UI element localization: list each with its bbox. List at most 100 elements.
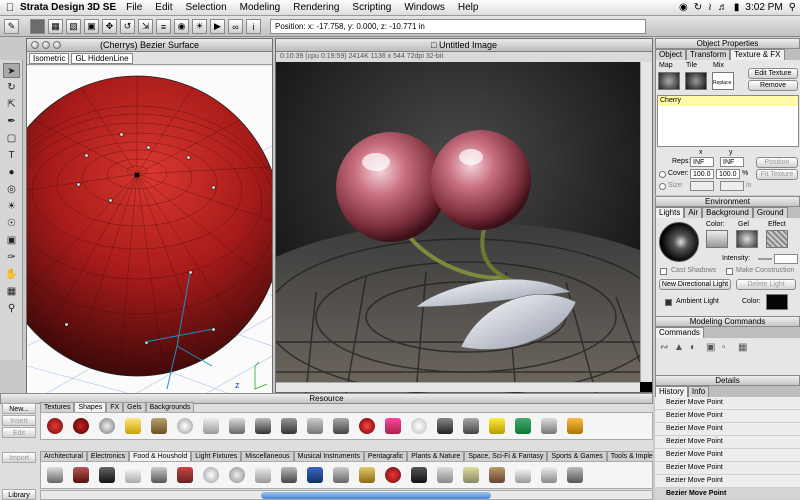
environment-title[interactable]: Environment xyxy=(655,196,800,207)
menubar-clock[interactable]: 3:02 PM xyxy=(745,2,782,13)
modeling-window-titlebar[interactable]: (Cherrys) Bezier Surface xyxy=(27,39,272,52)
apple-menu-icon[interactable]:  xyxy=(0,2,20,14)
command-boolean-icon[interactable]: ▣ xyxy=(706,342,715,353)
shape-knife-icon[interactable] xyxy=(229,418,245,434)
view-select[interactable]: Isometric xyxy=(29,52,70,64)
cover-radio[interactable] xyxy=(659,171,666,178)
object-properties-title[interactable]: Object Properties xyxy=(655,38,800,49)
tab-miscellaneous[interactable]: Miscellaneous xyxy=(241,451,294,461)
history-item[interactable]: Bezier Move Point xyxy=(655,423,800,436)
command-lathe-icon[interactable]: ◐ xyxy=(690,342,696,353)
texture-list-item[interactable]: Cherry xyxy=(658,96,798,106)
menu-selection[interactable]: Selection xyxy=(186,2,227,13)
effect-swatch[interactable] xyxy=(766,230,788,248)
menu-help[interactable]: Help xyxy=(458,2,479,13)
tab-fx[interactable]: FX xyxy=(106,402,124,412)
toolbar-rotate-icon[interactable]: ↺ xyxy=(120,19,135,34)
gel-swatch[interactable] xyxy=(736,230,758,248)
time-machine-icon[interactable]: ↻ xyxy=(694,2,702,13)
tab-background[interactable]: Background xyxy=(702,207,753,218)
tab-pentagrafic[interactable]: Pentagrafic xyxy=(363,451,408,461)
modeling-commands-title[interactable]: Modeling Commands xyxy=(655,316,800,327)
tab-food-houshold[interactable]: Food & Houshold xyxy=(129,451,192,461)
item-mug-icon[interactable] xyxy=(489,467,505,483)
tab-gels[interactable]: Gels xyxy=(123,402,146,412)
shape-chopsticks-icon[interactable] xyxy=(151,418,167,434)
item-glass-icon[interactable] xyxy=(333,467,349,483)
edit-texture-button[interactable]: Edit Texture xyxy=(748,68,798,79)
toolbar-grid-icon[interactable]: ▧ xyxy=(66,19,81,34)
tab-ground[interactable]: Ground xyxy=(752,207,788,218)
item-pan-icon[interactable] xyxy=(151,467,167,483)
shape-cherry-icon[interactable] xyxy=(47,418,63,434)
shape-kettle-icon[interactable] xyxy=(463,418,479,434)
shape-plate-icon[interactable] xyxy=(203,418,219,434)
history-item[interactable]: Bezier Move Point xyxy=(655,397,800,410)
toolbar-info-icon[interactable]: i xyxy=(246,19,261,34)
toolbar-link-icon[interactable]: ∞ xyxy=(228,19,243,34)
zoom-button[interactable] xyxy=(53,41,61,49)
toolbar-move-icon[interactable]: ✥ xyxy=(102,19,117,34)
shape-bulb-icon[interactable] xyxy=(489,418,505,434)
tab-sports-games[interactable]: Sports & Games xyxy=(547,451,607,461)
toolbar-snap-icon[interactable]: ▦ xyxy=(48,19,63,34)
command-mesh-icon[interactable]: ▦ xyxy=(738,342,747,353)
hand-tool-icon[interactable]: ✋ xyxy=(3,267,20,282)
scale-tool-icon[interactable]: ⇱ xyxy=(3,97,20,112)
resource-import-button[interactable]: Import xyxy=(2,452,36,463)
cast-shadows-checkbox[interactable] xyxy=(660,268,667,275)
history-item[interactable]: Bezier Move Point xyxy=(655,462,800,475)
intensity-slider[interactable] xyxy=(758,258,772,260)
resource-insert-button[interactable]: Insert xyxy=(2,415,36,426)
light-tool-icon[interactable]: ☀ xyxy=(3,199,20,214)
resource-new-button[interactable]: New... xyxy=(2,403,36,414)
text-tool-icon[interactable]: T xyxy=(3,148,20,163)
tab-architectural[interactable]: Architectural xyxy=(40,451,87,461)
volume-icon[interactable]: ♬ xyxy=(718,2,728,13)
fit-texture-button[interactable]: Fit Texture xyxy=(756,169,798,180)
item-pot-icon[interactable] xyxy=(281,467,297,483)
menu-windows[interactable]: Windows xyxy=(404,2,445,13)
close-button[interactable] xyxy=(31,41,39,49)
size-x-field[interactable] xyxy=(690,181,714,191)
tab-musical-instruments[interactable]: Musical Instruments xyxy=(293,451,364,461)
sphere-tool-icon[interactable]: ● xyxy=(3,165,20,180)
shape-cup-icon[interactable] xyxy=(177,418,193,434)
item-book-icon[interactable] xyxy=(177,467,193,483)
item-shaker-icon[interactable] xyxy=(463,467,479,483)
item-spoon-icon[interactable] xyxy=(437,467,453,483)
tab-commands[interactable]: Commands xyxy=(655,327,704,338)
rectangle-tool-icon[interactable]: ▢ xyxy=(3,131,20,146)
ambient-color-swatch[interactable] xyxy=(766,294,788,310)
light-color-swatch[interactable] xyxy=(706,230,728,248)
status-icon[interactable]: ◉ xyxy=(679,2,688,13)
shape-bug-icon[interactable] xyxy=(437,418,453,434)
new-directional-light-button[interactable]: New Directional Light xyxy=(659,279,731,290)
reps-y-field[interactable]: INF xyxy=(720,157,744,167)
shape-lamp-icon[interactable] xyxy=(281,418,297,434)
tab-textures[interactable]: Textures xyxy=(40,402,75,412)
toolbar-scale-icon[interactable]: ⇲ xyxy=(138,19,153,34)
history-item[interactable]: Bezier Move Point xyxy=(655,449,800,462)
item-dish-icon[interactable] xyxy=(229,467,245,483)
size-y-field[interactable] xyxy=(720,181,744,191)
shape-glass-icon[interactable] xyxy=(541,418,557,434)
details-title[interactable]: Details xyxy=(655,375,800,386)
command-bevel-icon[interactable]: ▫ xyxy=(722,342,726,353)
shape-lightbulb-icon[interactable] xyxy=(567,418,583,434)
ambient-light-checkbox[interactable] xyxy=(665,299,672,306)
item-tin-icon[interactable] xyxy=(307,467,323,483)
pen-tool-icon[interactable]: ✒ xyxy=(3,114,20,129)
render-horizontal-scrollbar[interactable] xyxy=(276,382,640,392)
bulb-tool-icon[interactable]: ☉ xyxy=(3,216,20,231)
toolbar-color-icon[interactable] xyxy=(30,19,45,34)
arrow-tool-icon[interactable]: ➤ xyxy=(3,63,20,78)
tab-tools-implements[interactable]: Tools & Imple xyxy=(606,451,653,461)
shape-bottle-icon[interactable] xyxy=(515,418,531,434)
shape-candle-icon[interactable] xyxy=(385,418,401,434)
render-window-titlebar[interactable]: □ Untitled Image xyxy=(276,39,652,52)
shape-pin-icon[interactable] xyxy=(307,418,323,434)
eyedropper-tool-icon[interactable]: ✑ xyxy=(3,250,20,265)
item-can-icon[interactable] xyxy=(255,467,271,483)
zoom-tool-icon[interactable]: ⚲ xyxy=(3,301,20,316)
